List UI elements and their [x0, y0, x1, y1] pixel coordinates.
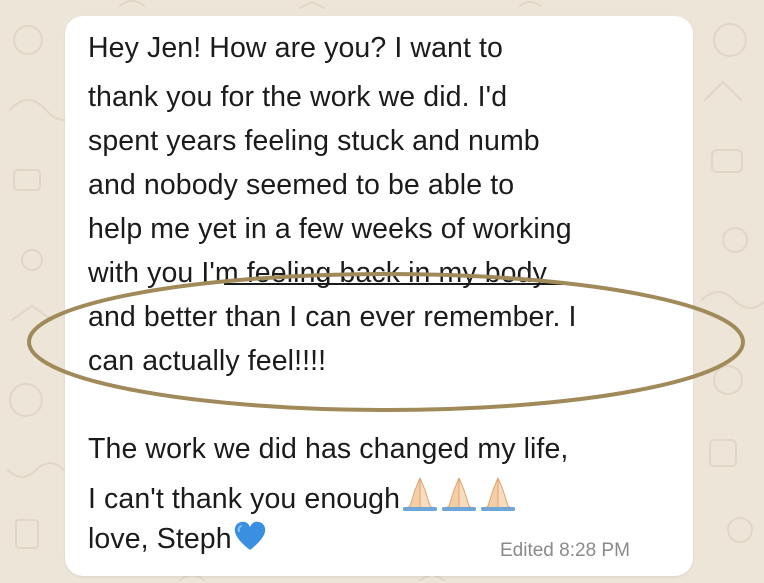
message-line: and nobody seemed to be able to: [88, 169, 515, 201]
message-line: and better than I can ever remember. I: [88, 301, 577, 333]
praying-hands-icon: [401, 476, 439, 520]
blue-heart-icon: [233, 520, 267, 560]
edited-label: Edited: [500, 540, 554, 561]
praying-hands-icon: [440, 476, 478, 520]
message-text: love, Steph: [88, 523, 232, 555]
message-text: I can't thank you enough: [88, 483, 401, 515]
time-label: 8:28 PM: [559, 540, 630, 561]
praying-hands-icon: [479, 476, 517, 520]
message-line: thank you for the work we did. I'd: [88, 81, 508, 113]
strike-through-mark: [224, 283, 571, 285]
message-line: help me yet in a few weeks of working: [88, 213, 572, 245]
message-line: spent years feeling stuck and numb: [88, 125, 540, 157]
message-line: Hey Jen! How are you? I want to: [88, 32, 503, 64]
message-line-with-emoji: I can't thank you enough: [88, 476, 517, 520]
message-line: The work we did has changed my life,: [88, 433, 569, 465]
message-timestamp: Edited 8:28 PM: [500, 539, 630, 563]
message-line: can actually feel!!!!: [88, 345, 327, 377]
message-line-with-emoji: love, Steph: [88, 520, 267, 560]
